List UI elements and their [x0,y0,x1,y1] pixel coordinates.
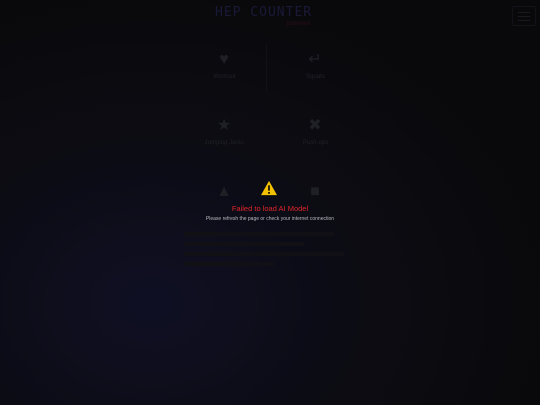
error-message: Please refresh the page or check your in… [205,216,335,222]
error-title: Failed to load AI Model [231,204,309,213]
app-root: HEP COUNTER powered ♥ Workout ↵ Squats ★… [0,0,540,405]
warning-icon [261,180,277,196]
loading-overlay [0,0,540,405]
